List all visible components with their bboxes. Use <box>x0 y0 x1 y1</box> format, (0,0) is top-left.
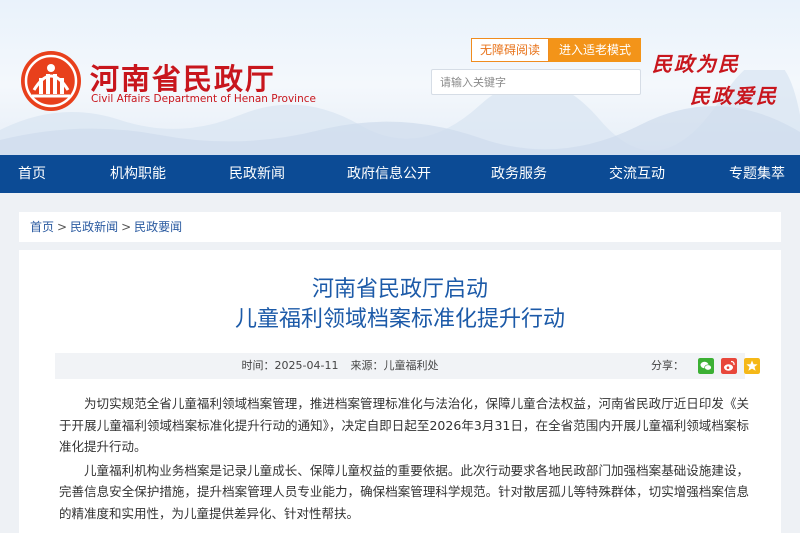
article-container: 河南省民政厅启动 儿童福利领域档案标准化提升行动 时间：2025-04-11 来源… <box>19 250 781 533</box>
site-header: 河南省民政厅 Civil Affairs Department of Henan… <box>0 0 800 155</box>
breadcrumb-home[interactable]: 首页 <box>30 220 54 234</box>
nav-item-functions[interactable]: 机构职能 <box>110 155 166 193</box>
nav-item-home[interactable]: 首页 <box>18 155 46 193</box>
article-meta-info: 时间：2025-04-11 来源：儿童福利处 <box>55 353 745 379</box>
article-paragraph-1: 为切实规范全省儿童福利领域档案管理，推进档案管理标准化与法治化，保障儿童合法权益… <box>59 396 749 454</box>
weibo-icon[interactable] <box>721 358 737 374</box>
article-title-line-1: 河南省民政厅启动 <box>311 277 488 302</box>
accessible-reading-button[interactable]: 无障碍阅读 <box>471 38 549 62</box>
site-name: 河南省民政厅 <box>90 62 277 96</box>
nav-item-interaction[interactable]: 交流互动 <box>609 155 665 193</box>
elder-mode-button[interactable]: 进入适老模式 <box>549 38 641 62</box>
source-label: 来源： <box>350 359 384 372</box>
slogan-line-2: 民政爱民 <box>690 84 778 108</box>
main-nav: 首页 机构职能 民政新闻 政府信息公开 政务服务 交流互动 专题集萃 <box>0 155 800 193</box>
slogan-line-1: 民政为民 <box>652 52 740 76</box>
nav-item-gov-info[interactable]: 政府信息公开 <box>347 155 431 193</box>
breadcrumb-news[interactable]: 民政新闻 <box>70 220 118 234</box>
breadcrumb-separator: > <box>121 220 132 234</box>
breadcrumb-current[interactable]: 民政要闻 <box>134 220 182 234</box>
search-box <box>431 69 641 95</box>
nav-item-topics[interactable]: 专题集萃 <box>729 155 785 193</box>
publish-date: 2025-04-11 <box>274 359 339 372</box>
article-title: 河南省民政厅启动 儿童福利领域档案标准化提升行动 <box>19 275 781 335</box>
article-paragraph-2: 儿童福利机构业务档案是记录儿童成长、保障儿童权益的重要依据。此次行动要求各地民政… <box>59 462 749 521</box>
breadcrumb: 首页 > 民政新闻 > 民政要闻 <box>19 212 781 242</box>
nav-item-services[interactable]: 政务服务 <box>491 155 547 193</box>
time-label: 时间： <box>241 359 275 372</box>
article-meta-bar: 时间：2025-04-11 来源：儿童福利处 分享： <box>55 353 760 379</box>
search-input[interactable] <box>432 70 640 94</box>
article-title-line-2: 儿童福利领域档案标准化提升行动 <box>234 307 565 332</box>
site-name-english: Civil Affairs Department of Henan Provin… <box>91 93 316 105</box>
breadcrumb-separator: > <box>57 220 68 234</box>
nav-item-news[interactable]: 民政新闻 <box>229 155 285 193</box>
share-label: 分享： <box>651 359 684 372</box>
henan-civil-affairs-logo <box>21 51 81 111</box>
article-content: 为切实规范全省儿童福利领域档案管理，推进档案管理标准化与法治化，保障儿童合法权益… <box>59 393 749 526</box>
wechat-icon[interactable] <box>698 358 714 374</box>
qzone-icon[interactable] <box>744 358 760 374</box>
article-source: 儿童福利处 <box>383 359 439 372</box>
